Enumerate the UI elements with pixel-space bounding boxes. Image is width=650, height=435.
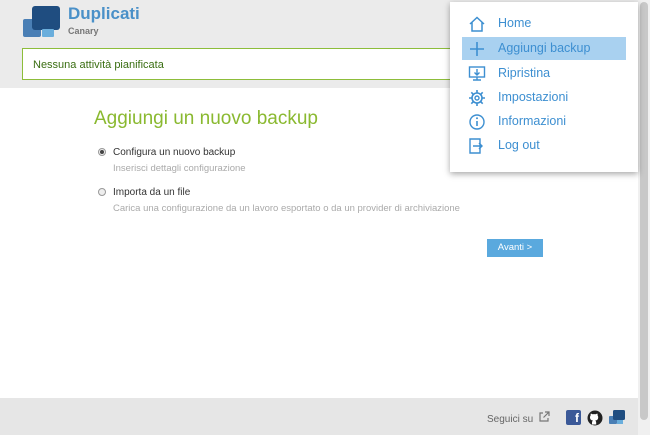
main-menu: Home Aggiungi backup Ripristina Impostaz… <box>450 2 638 172</box>
github-icon[interactable] <box>587 410 603 426</box>
scrollbar-thumb[interactable] <box>640 2 648 420</box>
footer: Seguici su f <box>0 398 638 435</box>
menu-label: Ripristina <box>498 66 551 80</box>
status-bar: Nessuna attività pianificata <box>22 48 462 80</box>
page-title: Aggiungi un nuovo backup <box>94 108 318 129</box>
menu-label: Home <box>498 16 532 30</box>
scrollbar[interactable] <box>638 0 650 435</box>
menu-item-restore[interactable]: Ripristina <box>462 62 626 85</box>
menu-label: Informazioni <box>498 114 567 128</box>
external-link-icon <box>539 411 550 422</box>
follow-us-label: Seguici su <box>487 414 534 425</box>
duplicati-logo-icon[interactable] <box>22 5 62 39</box>
restore-icon <box>468 66 486 81</box>
menu-item-home[interactable]: Home <box>462 12 626 35</box>
app-channel: Canary <box>68 26 99 36</box>
menu-label: Log out <box>498 138 540 152</box>
radio-configure-new[interactable] <box>98 148 106 156</box>
gear-icon <box>469 90 485 106</box>
next-button[interactable]: Avanti > <box>487 239 543 257</box>
option-description: Inserisci dettagli configurazione <box>113 163 246 174</box>
status-text: Nessuna attività pianificata <box>33 59 164 71</box>
menu-item-logout[interactable]: Log out <box>462 134 626 157</box>
menu-item-settings[interactable]: Impostazioni <box>462 86 626 109</box>
home-icon <box>469 16 485 32</box>
plus-icon <box>470 42 484 56</box>
radio-import-file[interactable] <box>98 188 106 196</box>
info-icon <box>469 114 485 130</box>
option-description: Carica una configurazione da un lavoro e… <box>113 203 460 214</box>
menu-label: Aggiungi backup <box>498 41 591 55</box>
option-label[interactable]: Configura un nuovo backup <box>113 147 235 158</box>
menu-item-add-backup[interactable]: Aggiungi backup <box>462 37 626 60</box>
menu-item-about[interactable]: Informazioni <box>462 110 626 133</box>
logout-icon <box>469 138 483 154</box>
app-title[interactable]: Duplicati <box>68 4 140 24</box>
facebook-icon[interactable]: f <box>566 410 581 425</box>
menu-label: Impostazioni <box>498 90 569 104</box>
duplicati-footer-icon[interactable] <box>609 409 626 426</box>
option-label[interactable]: Importa da un file <box>113 187 190 198</box>
